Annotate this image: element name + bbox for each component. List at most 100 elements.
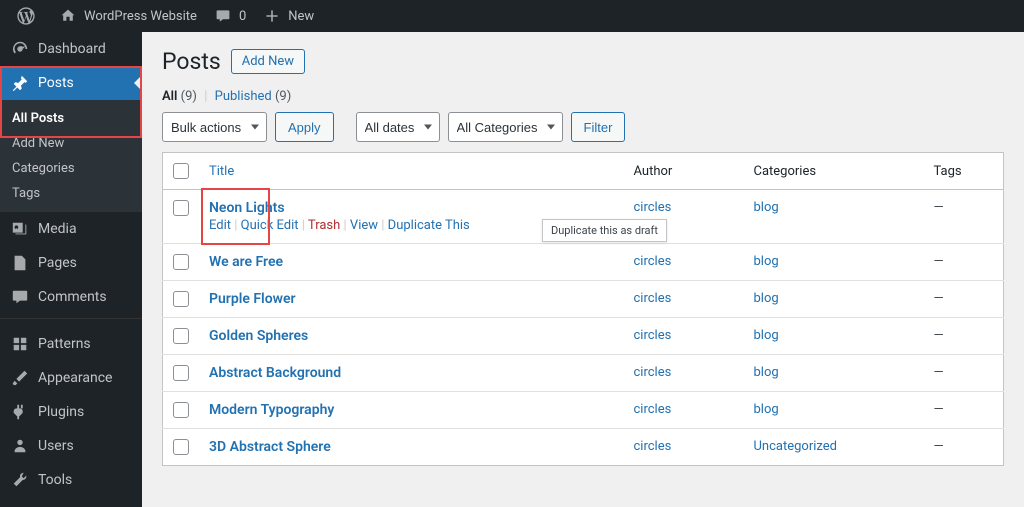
- wp-logo[interactable]: [8, 0, 50, 32]
- sidebar-item-appearance[interactable]: Appearance: [0, 361, 142, 395]
- category-link[interactable]: blog: [754, 254, 779, 269]
- comment-icon: [213, 6, 233, 26]
- patterns-icon: [10, 334, 30, 354]
- row-action-quick-edit[interactable]: Quick Edit: [241, 218, 299, 233]
- tags-cell: —: [924, 190, 1004, 244]
- content-area: Posts Add New All (9) | Published (9) Bu…: [142, 32, 1024, 486]
- sidebar-item-plugins[interactable]: Plugins: [0, 395, 142, 429]
- post-title-link[interactable]: 3D Abstract Sphere: [209, 439, 331, 455]
- admin-bar: WordPress Website 0 New: [0, 0, 1024, 32]
- author-link[interactable]: circles: [634, 402, 672, 417]
- category-link[interactable]: blog: [754, 328, 779, 343]
- sidebar-item-posts[interactable]: Posts: [0, 66, 142, 100]
- col-author: Author: [624, 153, 744, 190]
- bulk-actions-select[interactable]: Bulk actions: [162, 112, 267, 142]
- row-checkbox[interactable]: [173, 254, 189, 270]
- sidebar-item-dashboard[interactable]: Dashboard: [0, 32, 142, 66]
- row-checkbox[interactable]: [173, 402, 189, 418]
- row-checkbox[interactable]: [173, 365, 189, 381]
- tags-cell: —: [924, 392, 1004, 429]
- tablenav-top: Bulk actions Apply All dates All Categor…: [162, 112, 1004, 142]
- col-title[interactable]: Title: [209, 164, 234, 179]
- author-link[interactable]: circles: [634, 254, 672, 269]
- row-action-view[interactable]: View: [350, 218, 378, 233]
- brush-icon: [10, 368, 30, 388]
- sidebar-item-media[interactable]: Media: [0, 212, 142, 246]
- table-row: 3D Abstract Sphere circles Uncategorized —: [163, 429, 1004, 466]
- category-link[interactable]: Uncategorized: [754, 439, 837, 454]
- row-action-duplicate-this[interactable]: Duplicate This: [388, 218, 470, 233]
- new-label: New: [288, 9, 314, 24]
- author-link[interactable]: circles: [634, 200, 672, 215]
- row-checkbox[interactable]: [173, 328, 189, 344]
- select-all-checkbox[interactable]: [173, 163, 189, 179]
- home-icon: [58, 6, 78, 26]
- col-categories: Categories: [744, 153, 924, 190]
- sidebar-item-comments[interactable]: Comments: [0, 280, 142, 314]
- post-title-link[interactable]: Modern Typography: [209, 402, 334, 418]
- post-title-link[interactable]: Golden Spheres: [209, 328, 308, 344]
- row-checkbox[interactable]: [173, 439, 189, 455]
- filter-all[interactable]: All: [162, 89, 177, 104]
- user-icon: [10, 436, 30, 456]
- plus-icon: [262, 6, 282, 26]
- admin-sidebar: DashboardPostsAll PostsAdd NewCategories…: [0, 32, 142, 507]
- add-new-button[interactable]: Add New: [231, 49, 305, 74]
- comments-link[interactable]: 0: [205, 0, 254, 32]
- table-row: Golden Spheres circles blog —: [163, 318, 1004, 355]
- tooltip-duplicate: Duplicate this as draft: [542, 219, 667, 242]
- sidebar-item-tools[interactable]: Tools: [0, 463, 142, 497]
- site-name-link[interactable]: WordPress Website: [50, 0, 205, 32]
- tags-cell: —: [924, 429, 1004, 466]
- author-link[interactable]: circles: [634, 365, 672, 380]
- table-row: Modern Typography circles blog —: [163, 392, 1004, 429]
- date-filter-select[interactable]: All dates: [356, 112, 440, 142]
- category-filter-select[interactable]: All Categories: [448, 112, 563, 142]
- filter-published[interactable]: Published: [215, 89, 272, 104]
- author-link[interactable]: circles: [634, 291, 672, 306]
- post-title-link[interactable]: We are Free: [209, 254, 283, 270]
- post-title-link[interactable]: Purple Flower: [209, 291, 296, 307]
- table-row: Purple Flowercirclesblog—: [163, 281, 1004, 318]
- sidebar-item-settings[interactable]: Settings: [0, 497, 142, 507]
- submenu-categories[interactable]: Categories: [0, 156, 142, 181]
- table-row: Abstract Background circles blog —: [163, 355, 1004, 392]
- media-icon: [10, 219, 30, 239]
- post-title-link[interactable]: Neon Lights: [209, 200, 285, 216]
- sidebar-item-pages[interactable]: Pages: [0, 246, 142, 280]
- apply-button[interactable]: Apply: [275, 112, 334, 142]
- category-link[interactable]: blog: [754, 200, 779, 215]
- page-title: Posts: [162, 48, 221, 75]
- submenu-add-new[interactable]: Add New: [0, 131, 142, 156]
- author-link[interactable]: circles: [634, 439, 672, 454]
- page-icon: [10, 253, 30, 273]
- new-content-link[interactable]: New: [254, 0, 322, 32]
- row-action-trash[interactable]: Trash: [308, 218, 340, 233]
- site-name: WordPress Website: [84, 9, 197, 24]
- pin-icon: [10, 73, 30, 93]
- row-action-edit[interactable]: Edit: [209, 218, 231, 233]
- table-row: We are Freecirclesblog—: [163, 244, 1004, 281]
- sidebar-item-patterns[interactable]: Patterns: [0, 327, 142, 361]
- tags-cell: —: [924, 318, 1004, 355]
- dash-icon: [10, 39, 30, 59]
- col-tags: Tags: [924, 153, 1004, 190]
- comment-count: 0: [239, 9, 246, 24]
- row-checkbox[interactable]: [173, 291, 189, 307]
- category-link[interactable]: blog: [754, 291, 779, 306]
- category-link[interactable]: blog: [754, 402, 779, 417]
- highlight-box-row: [201, 188, 270, 245]
- submenu-all-posts[interactable]: All Posts: [0, 106, 142, 131]
- sidebar-item-users[interactable]: Users: [0, 429, 142, 463]
- author-link[interactable]: circles: [634, 328, 672, 343]
- row-checkbox[interactable]: [173, 200, 189, 216]
- category-link[interactable]: blog: [754, 365, 779, 380]
- filter-button[interactable]: Filter: [571, 112, 626, 142]
- submenu-tags[interactable]: Tags: [0, 181, 142, 206]
- post-title-link[interactable]: Abstract Background: [209, 365, 341, 381]
- posts-submenu: All PostsAdd NewCategoriesTags: [0, 100, 142, 212]
- posts-table: Title Author Categories Tags Neon Lights…: [162, 152, 1004, 466]
- tags-cell: —: [924, 355, 1004, 392]
- wordpress-icon: [16, 6, 36, 26]
- plug-icon: [10, 402, 30, 422]
